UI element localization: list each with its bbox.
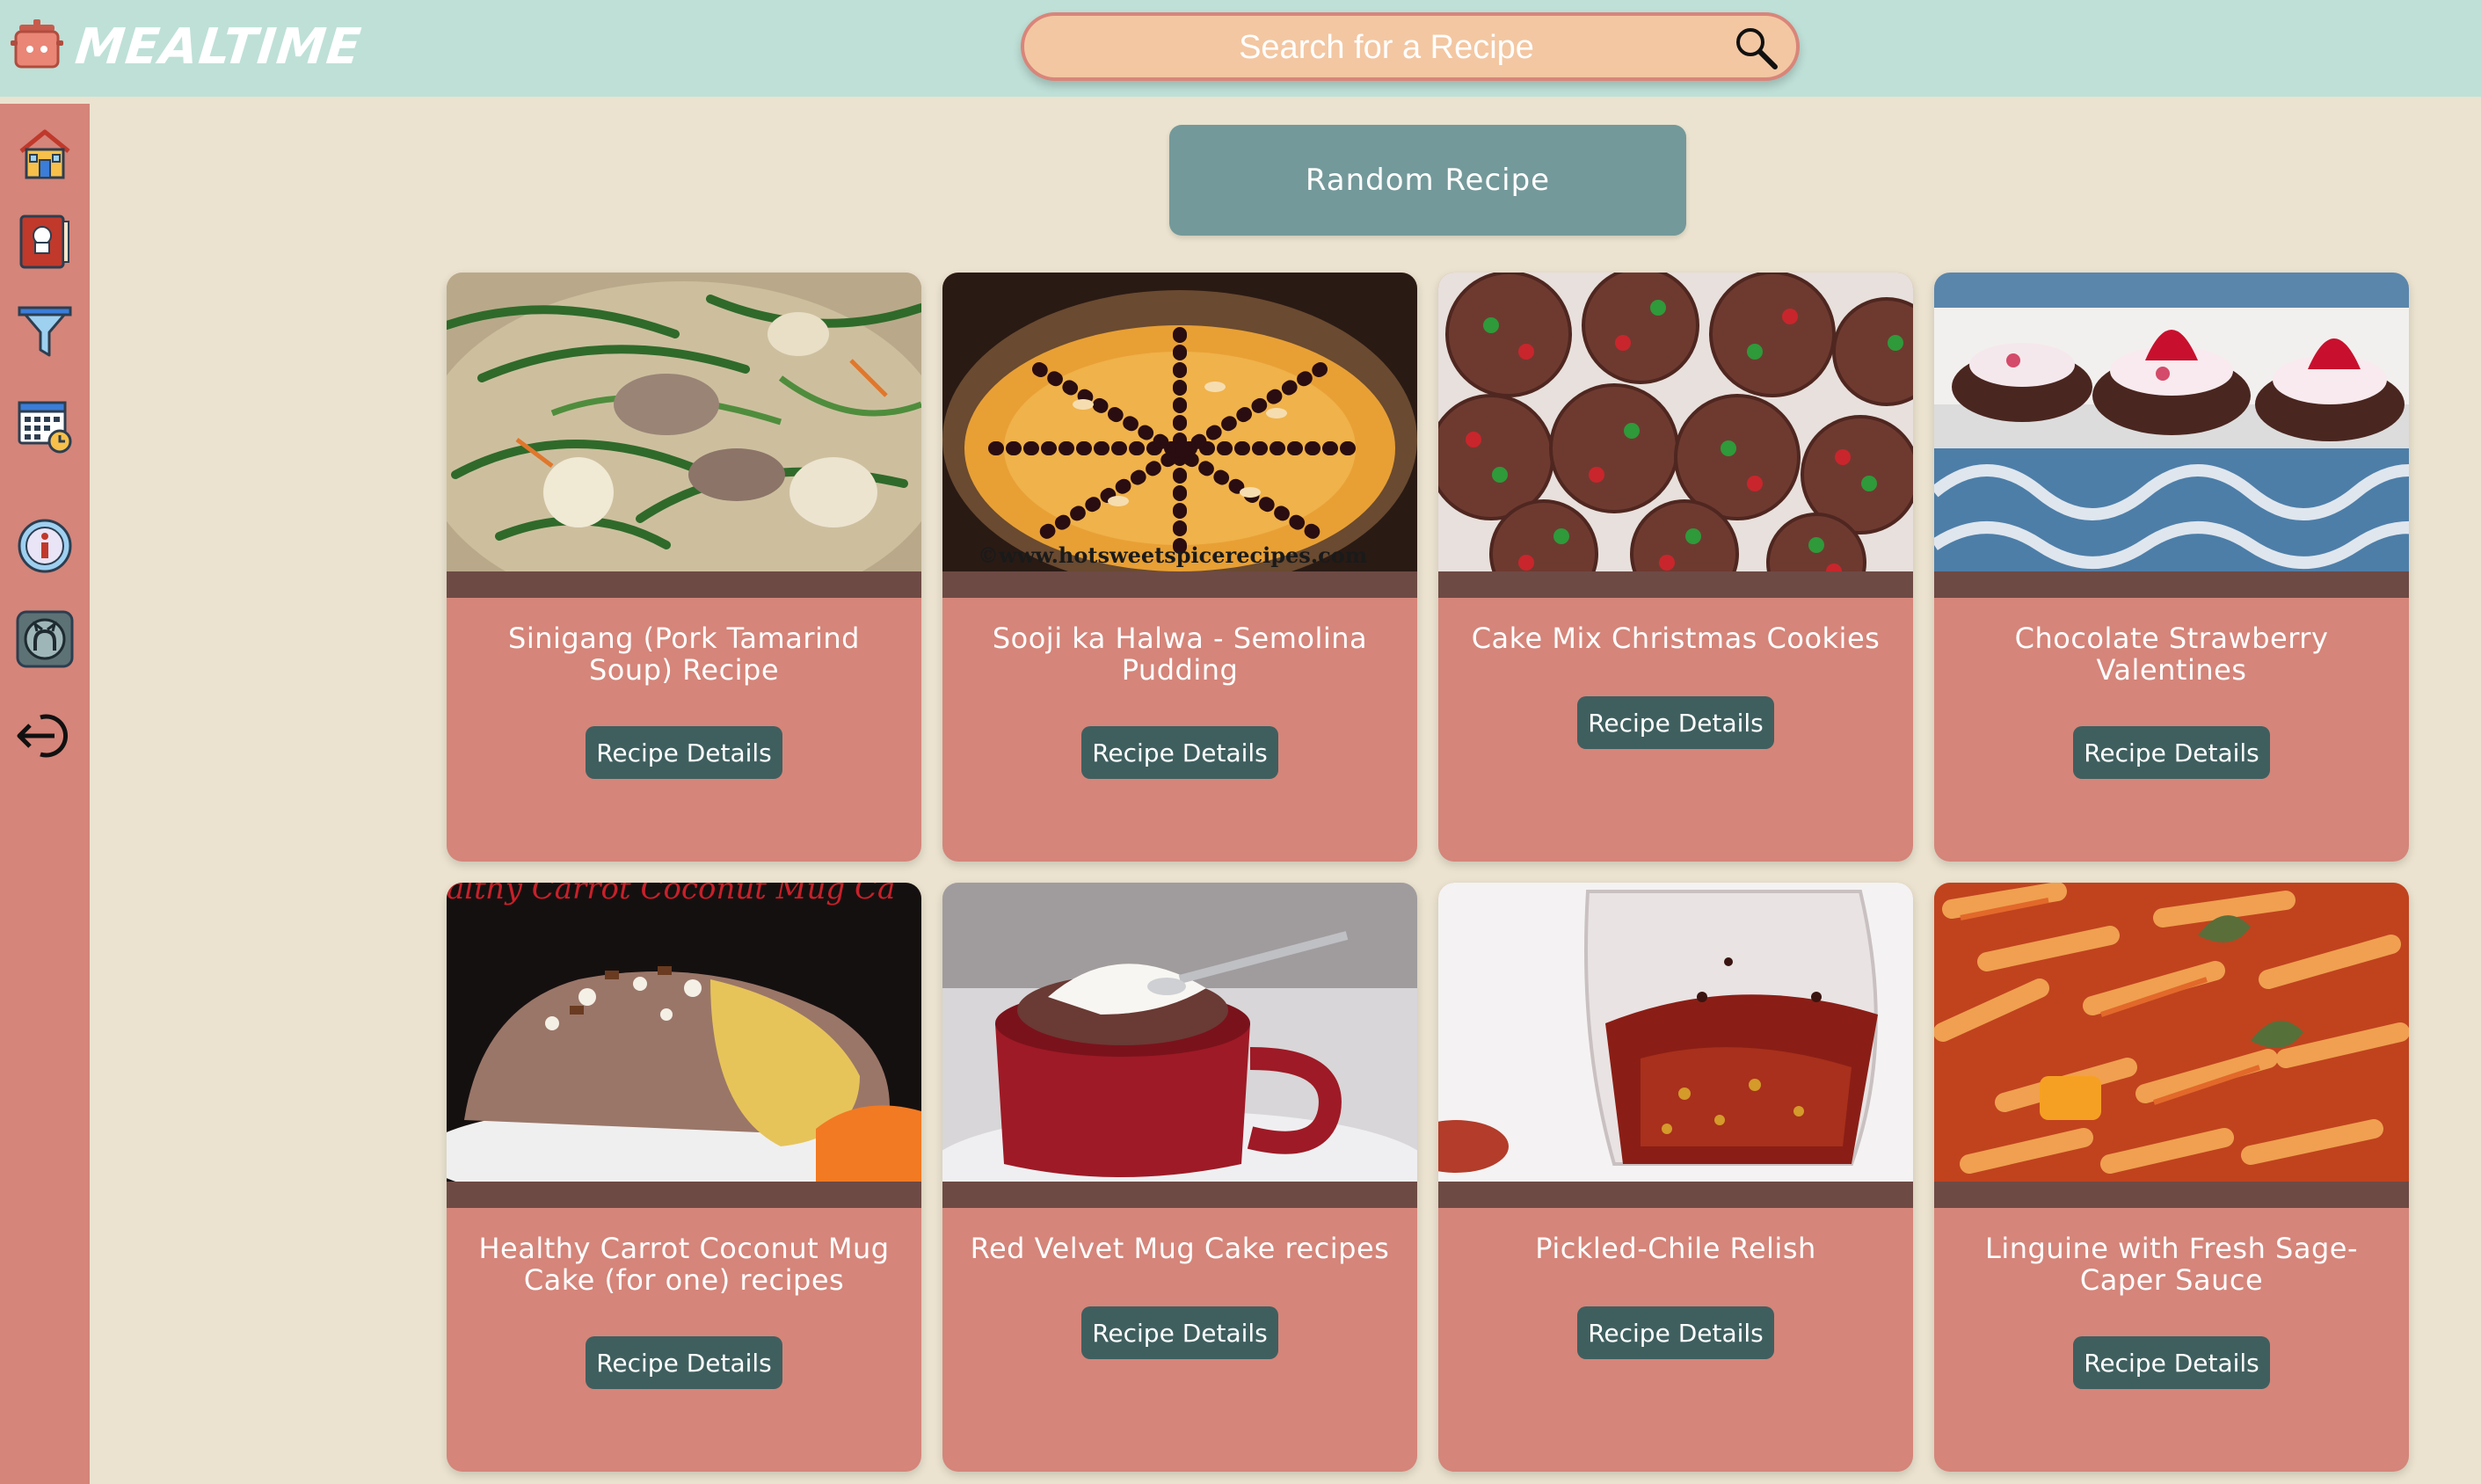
recipe-card: Chocolate Strawberry Valentines Recipe D… [1934, 273, 2409, 862]
christmas-cookies-image[interactable] [1438, 273, 1913, 571]
home-icon[interactable] [16, 125, 74, 183]
image-divider [447, 1182, 921, 1208]
image-divider [447, 571, 921, 598]
top-bar: MEALTIME [0, 0, 2481, 97]
recipe-title: Healthy Carrot Coconut Mug Cake (for one… [478, 1232, 890, 1297]
halwa-watermark: ©www.hotsweetspicerecipes.com [978, 542, 1367, 568]
recipe-card: Linguine with Fresh Sage-Caper Sauce Rec… [1934, 883, 2409, 1472]
search-bar [1021, 12, 1800, 81]
recipe-card: Red Velvet Mug Cake recipes Recipe Detai… [942, 883, 1417, 1472]
recipe-title: Cake Mix Christmas Cookies [1471, 622, 1881, 655]
recipe-card: Sinigang (Pork Tamarind Soup) Recipe Rec… [447, 273, 921, 862]
github-icon[interactable] [16, 610, 74, 668]
magnifier-icon[interactable] [1733, 25, 1780, 72]
recipe-title: Sooji ka Halwa - Semolina Pudding [992, 622, 1368, 687]
recipe-details-button[interactable]: Recipe Details [1081, 1306, 1278, 1359]
recipe-details-button[interactable]: Recipe Details [2073, 1336, 2270, 1389]
strawberry-valentines-image[interactable] [1934, 273, 2409, 571]
image-divider [942, 571, 1417, 598]
recipe-title: Pickled-Chile Relish [1535, 1232, 1816, 1265]
sidebar [0, 104, 90, 1484]
recipe-book-icon[interactable] [16, 213, 74, 271]
image-divider [1438, 1182, 1913, 1208]
recipe-details-button[interactable]: Recipe Details [1081, 726, 1278, 779]
recipe-card: Pickled-Chile Relish Recipe Details [1438, 883, 1913, 1472]
recipe-details-button[interactable]: Recipe Details [1577, 696, 1774, 749]
pot-icon[interactable] [11, 18, 63, 72]
recipe-details-button[interactable]: Recipe Details [586, 1336, 782, 1389]
recipe-title: Linguine with Fresh Sage-Caper Sauce [1985, 1232, 2358, 1297]
chile-relish-image[interactable] [1438, 883, 1913, 1182]
recipe-details-button[interactable]: Recipe Details [1577, 1306, 1774, 1359]
image-divider [1934, 571, 2409, 598]
filter-icon[interactable] [16, 302, 74, 360]
penne-pasta-image[interactable] [1934, 883, 2409, 1182]
recipe-title: Sinigang (Pork Tamarind Soup) Recipe [508, 622, 860, 687]
recipe-details-button[interactable]: Recipe Details [2073, 726, 2270, 779]
recipe-title: Chocolate Strawberry Valentines [2014, 622, 2329, 687]
search-input[interactable] [1051, 16, 1722, 79]
logout-icon[interactable] [16, 707, 74, 765]
halwa-pudding-image[interactable]: ©www.hotsweetspicerecipes.com [942, 273, 1417, 571]
recipe-details-button[interactable]: Recipe Details [586, 726, 782, 779]
carrot-mug-cake-image[interactable]: althy Carrot Coconut Mug Ca [447, 883, 921, 1182]
image-divider [1934, 1182, 2409, 1208]
red-velvet-mug-cake-image[interactable] [942, 883, 1417, 1182]
image-divider [1438, 571, 1913, 598]
calendar-icon[interactable] [16, 396, 74, 454]
carrot-cake-banner: althy Carrot Coconut Mug Ca [447, 883, 895, 906]
recipe-card: Cake Mix Christmas Cookies Recipe Detail… [1438, 273, 1913, 862]
image-divider [942, 1182, 1417, 1208]
recipe-card: ©www.hotsweetspicerecipes.com Sooji ka H… [942, 273, 1417, 862]
recipe-title: Red Velvet Mug Cake recipes [970, 1232, 1390, 1265]
app-title[interactable]: MEALTIME [72, 18, 365, 77]
random-recipe-button[interactable]: Random Recipe [1169, 125, 1686, 236]
sinigang-soup-image[interactable] [447, 273, 921, 571]
info-icon[interactable] [16, 517, 74, 575]
recipe-card: althy Carrot Coconut Mug Ca Healthy Carr… [447, 883, 921, 1472]
